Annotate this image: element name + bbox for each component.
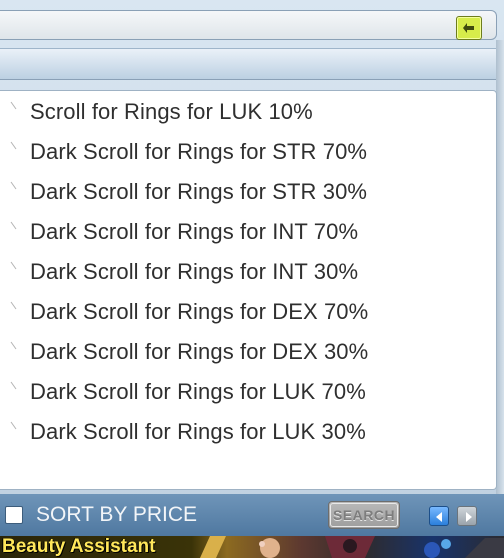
search-button[interactable]: SEARCH xyxy=(328,501,400,529)
arrow-left-icon xyxy=(436,512,442,522)
next-page-button[interactable] xyxy=(457,506,477,526)
results-header xyxy=(0,48,496,80)
search-input-bar[interactable] xyxy=(0,10,497,40)
item-label: Dark Scroll for Rings for INT 70% xyxy=(30,219,359,244)
arrow-right-icon xyxy=(466,512,472,522)
list-item[interactable]: Dark Scroll for Rings for DEX 30% xyxy=(0,335,480,371)
list-item[interactable]: Dark Scroll for Rings for STR 30% xyxy=(0,175,480,211)
results-list[interactable]: Scroll for Rings for LUK 10% Dark Scroll… xyxy=(0,90,497,490)
item-label: Dark Scroll for Rings for STR 30% xyxy=(30,179,368,204)
list-item[interactable]: Dark Scroll for Rings for DEX 70% xyxy=(0,295,480,331)
list-bullet-icon xyxy=(10,261,18,271)
list-bullet-icon xyxy=(10,221,18,231)
list-item[interactable]: Dark Scroll for Rings for STR 70% xyxy=(0,135,480,171)
window-right-edge xyxy=(496,40,504,536)
item-label: Dark Scroll for Rings for STR 70% xyxy=(30,139,368,164)
item-label: Dark Scroll for Rings for DEX 70% xyxy=(30,299,369,324)
item-label: Dark Scroll for Rings for DEX 30% xyxy=(30,339,369,364)
footer-title: Beauty Assistant xyxy=(2,536,156,557)
list-bullet-icon xyxy=(10,341,18,351)
item-label: Dark Scroll for Rings for LUK 70% xyxy=(30,379,366,404)
list-bullet-icon xyxy=(10,301,18,311)
sort-by-price-label: SORT BY PRICE xyxy=(36,503,198,526)
back-button[interactable] xyxy=(456,16,482,40)
sort-by-price-checkbox[interactable] xyxy=(5,506,23,524)
list-bullet-icon xyxy=(10,101,18,111)
list-bullet-icon xyxy=(10,381,18,391)
back-arrow-icon xyxy=(463,23,474,33)
item-label: Scroll for Rings for LUK 10% xyxy=(30,99,313,124)
footer-banner: Beauty Assistant xyxy=(0,536,504,558)
list-item[interactable]: Scroll for Rings for LUK 10% xyxy=(0,95,480,131)
banner-artwork xyxy=(200,536,504,558)
item-label: Dark Scroll for Rings for INT 30% xyxy=(30,259,359,284)
list-item[interactable]: Dark Scroll for Rings for INT 70% xyxy=(0,215,480,251)
prev-page-button[interactable] xyxy=(429,506,449,526)
list-bullet-icon xyxy=(10,141,18,151)
list-item[interactable]: Dark Scroll for Rings for LUK 70% xyxy=(0,375,480,411)
list-item[interactable]: Dark Scroll for Rings for LUK 30% xyxy=(0,415,480,451)
item-label: Dark Scroll for Rings for LUK 30% xyxy=(30,419,366,444)
list-bullet-icon xyxy=(10,181,18,191)
list-item[interactable]: Dark Scroll for Rings for INT 30% xyxy=(0,255,480,291)
list-bullet-icon xyxy=(10,421,18,431)
search-button-label: SEARCH xyxy=(330,503,398,527)
